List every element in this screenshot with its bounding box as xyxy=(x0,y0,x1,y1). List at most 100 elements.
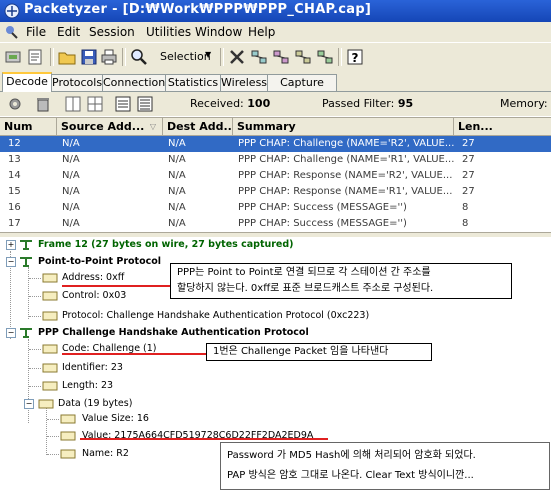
tab-wireless[interactable]: Wireless xyxy=(220,74,268,91)
field-icon xyxy=(42,291,58,301)
network-icon-3[interactable] xyxy=(294,48,312,66)
field-icon xyxy=(60,449,76,459)
table-cell: PPP CHAP: Success (MESSAGE='') xyxy=(238,218,407,229)
chevron-down-icon[interactable]: ▼ xyxy=(205,50,211,59)
memory-label: Memory: xyxy=(500,97,548,110)
protocol-icon xyxy=(20,240,32,250)
tools-icon[interactable] xyxy=(228,48,246,66)
field-icon xyxy=(42,363,58,373)
detail-view-icon[interactable] xyxy=(136,95,154,113)
tab-statistics[interactable]: Statistics xyxy=(165,74,221,91)
tab-decode[interactable]: Decode xyxy=(2,72,52,93)
toolbar-separator xyxy=(338,48,342,66)
network-icon-1[interactable] xyxy=(250,48,268,66)
save-icon[interactable] xyxy=(80,48,98,66)
table-row[interactable]: 12 N/A N/A PPP CHAP: Challenge (NAME='R2', … xyxy=(0,136,551,152)
menu-window[interactable]: Window xyxy=(195,25,242,39)
column-length[interactable]: Len... xyxy=(454,118,551,135)
list-view-icon[interactable] xyxy=(114,95,132,113)
tree-line xyxy=(47,419,59,420)
view-tabs: Decode Protocols Connections Statistics … xyxy=(0,71,551,105)
code-annotation: 1번은 Challenge Packet 임을 나타낸다 xyxy=(206,343,432,361)
search-icon[interactable] xyxy=(130,48,148,66)
table-row[interactable]: 14 N/A N/A PPP CHAP: Response (NAME='R2', V… xyxy=(0,168,551,184)
network-icon-4[interactable] xyxy=(316,48,334,66)
table-row[interactable]: 16 N/A N/A PPP CHAP: Success (MESSAGE='') 8 xyxy=(0,200,551,216)
table-cell: 27 xyxy=(462,186,475,197)
toolbar-separator xyxy=(220,48,224,66)
table-cell: PPP CHAP: Response (NAME='R1', VALUE... xyxy=(238,186,453,197)
table-cell: N/A xyxy=(62,138,80,149)
table-cell: 16 xyxy=(8,202,21,213)
settings-icon[interactable] xyxy=(6,95,24,113)
tree-line xyxy=(28,267,29,319)
table-cell: 27 xyxy=(462,138,475,149)
field-icon xyxy=(60,431,76,441)
table-cell: N/A xyxy=(168,170,186,181)
toolbar-separator xyxy=(122,48,126,66)
table-cell: N/A xyxy=(62,218,80,229)
capture-options-icon[interactable] xyxy=(26,48,44,66)
menu-edit[interactable]: Edit xyxy=(57,25,80,39)
column-summary[interactable]: Summary xyxy=(233,118,454,135)
table-cell: N/A xyxy=(168,202,186,213)
table-cell: N/A xyxy=(62,154,80,165)
grid-view-icon[interactable] xyxy=(86,95,104,113)
document-menu-icon[interactable] xyxy=(4,24,20,40)
field-icon xyxy=(42,381,58,391)
code-underline xyxy=(62,353,208,355)
table-cell: 17 xyxy=(8,218,21,229)
collapse-icon[interactable]: − xyxy=(6,328,16,338)
split-view-icon[interactable] xyxy=(64,95,82,113)
table-row[interactable]: 17 N/A N/A PPP CHAP: Success (MESSAGE='') 8 xyxy=(0,216,551,232)
table-cell: 27 xyxy=(462,154,475,165)
table-cell: 15 xyxy=(8,186,21,197)
menu-file[interactable]: File xyxy=(26,25,46,39)
column-source-address[interactable]: Source Add... ▽ xyxy=(57,118,163,135)
tree-line xyxy=(28,339,29,423)
open-folder-icon[interactable] xyxy=(58,48,76,66)
tree-line xyxy=(47,436,59,437)
network-icon-2[interactable] xyxy=(272,48,290,66)
tree-line xyxy=(47,454,59,455)
tree-line xyxy=(29,349,41,350)
menu-bar: File Edit Session Utilities Window Help xyxy=(0,22,551,42)
menu-session[interactable]: Session xyxy=(89,25,135,39)
selection-dropdown[interactable]: Selection xyxy=(160,50,211,63)
table-cell: PPP CHAP: Success (MESSAGE='') xyxy=(238,202,407,213)
field-icon xyxy=(60,414,76,424)
capture-start-icon[interactable] xyxy=(4,48,22,66)
table-cell: N/A xyxy=(168,138,186,149)
table-row[interactable]: 15 N/A N/A PPP CHAP: Response (NAME='R1', V… xyxy=(0,184,551,200)
packetyzer-app-icon xyxy=(4,3,20,19)
tree-line xyxy=(29,316,41,317)
tab-protocols[interactable]: Protocols xyxy=(51,74,103,91)
collapse-icon[interactable]: − xyxy=(6,257,16,267)
sort-arrow-icon: ▽ xyxy=(149,122,156,131)
protocol-icon xyxy=(20,328,32,338)
column-num[interactable]: Num xyxy=(0,118,57,135)
address-underline xyxy=(62,285,172,287)
value-underline xyxy=(80,438,328,440)
trash-icon[interactable] xyxy=(34,95,52,113)
protocol-icon xyxy=(20,257,32,267)
column-dest-address[interactable]: Dest Add... xyxy=(163,118,233,135)
table-cell: N/A xyxy=(62,202,80,213)
table-cell: 14 xyxy=(8,170,21,181)
collapse-icon[interactable]: − xyxy=(24,399,34,409)
print-icon[interactable] xyxy=(100,48,118,66)
expand-icon[interactable]: + xyxy=(6,240,16,250)
table-row[interactable]: 13 N/A N/A PPP CHAP: Challenge (NAME='R1', … xyxy=(0,152,551,168)
table-cell: N/A xyxy=(62,170,80,181)
passed-filter-count: Passed Filter: 95 xyxy=(322,97,414,110)
help-icon[interactable]: ? xyxy=(346,48,364,66)
menu-utilities[interactable]: Utilities xyxy=(146,25,191,39)
field-icon xyxy=(38,399,54,409)
tab-capture-filter[interactable]: Capture Filter xyxy=(267,74,337,105)
menu-help[interactable]: Help xyxy=(248,25,275,39)
field-icon xyxy=(42,344,58,354)
tab-connections[interactable]: Connections xyxy=(102,74,171,91)
table-cell: PPP CHAP: Challenge (NAME='R2', VALUE... xyxy=(238,138,455,149)
decode-toolbar: Received: 100 Passed Filter: 95 Memory: xyxy=(0,92,551,116)
table-cell: N/A xyxy=(168,186,186,197)
